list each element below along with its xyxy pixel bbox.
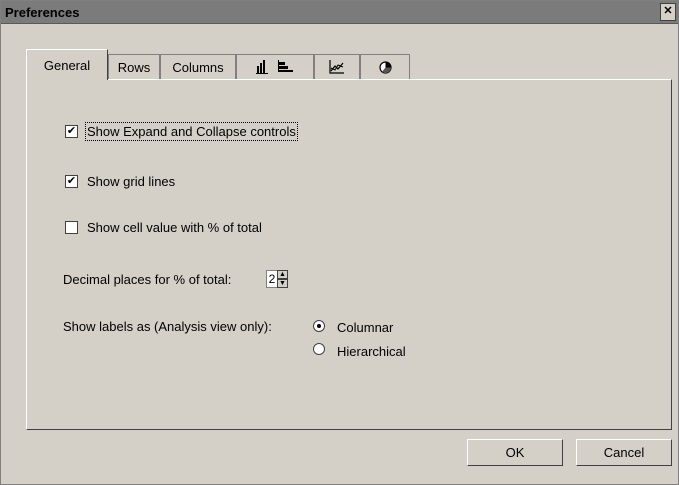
- dialog-title: Preferences: [5, 5, 80, 20]
- grid-lines-label[interactable]: Show grid lines: [87, 174, 175, 189]
- decimal-places-label: Decimal places for % of total:: [63, 272, 232, 287]
- expand-collapse-label[interactable]: Show Expand and Collapse controls: [85, 122, 298, 141]
- tab-columns[interactable]: Columns: [160, 54, 236, 79]
- columnar-label[interactable]: Columnar: [337, 320, 393, 335]
- general-tab-panel: Show Expand and Collapse controls Show g…: [26, 79, 672, 430]
- tab-pie-chart[interactable]: [360, 54, 410, 79]
- show-labels-as-label: Show labels as (Analysis view only):: [63, 319, 272, 334]
- percent-total-label[interactable]: Show cell value with % of total: [87, 220, 262, 235]
- bar-chart-icon: [256, 60, 268, 74]
- line-chart-icon: [329, 60, 344, 74]
- spin-up-icon[interactable]: ▲: [277, 270, 288, 279]
- tab-line-chart[interactable]: [314, 54, 360, 79]
- title-bar: Preferences ✕: [1, 1, 678, 24]
- tab-rows-label: Rows: [117, 59, 151, 75]
- hierarchical-label[interactable]: Hierarchical: [337, 344, 406, 359]
- preferences-dialog: Preferences ✕ General Rows Columns ✔ Sho…: [0, 0, 679, 485]
- tab-general[interactable]: General: [26, 49, 108, 80]
- cancel-button-label: Cancel: [603, 445, 645, 460]
- tab-bar-charts[interactable]: [236, 54, 314, 79]
- tab-general-label: General: [43, 57, 91, 73]
- columnar-radio[interactable]: [313, 320, 325, 332]
- ok-button-label: OK: [505, 445, 525, 460]
- expand-collapse-checkbox[interactable]: [65, 125, 78, 138]
- cancel-button[interactable]: Cancel: [576, 439, 672, 466]
- pie-chart-icon: [378, 60, 392, 74]
- horizontal-bar-chart-icon: [278, 60, 293, 72]
- hierarchical-radio[interactable]: [313, 343, 325, 355]
- tab-columns-label: Columns: [172, 59, 224, 75]
- tab-rows[interactable]: Rows: [108, 54, 160, 79]
- grid-lines-checkbox[interactable]: [65, 175, 78, 188]
- spin-down-icon[interactable]: ▼: [277, 279, 288, 288]
- close-icon[interactable]: ✕: [660, 3, 676, 21]
- ok-button[interactable]: OK: [467, 439, 563, 466]
- percent-total-checkbox[interactable]: [65, 221, 78, 234]
